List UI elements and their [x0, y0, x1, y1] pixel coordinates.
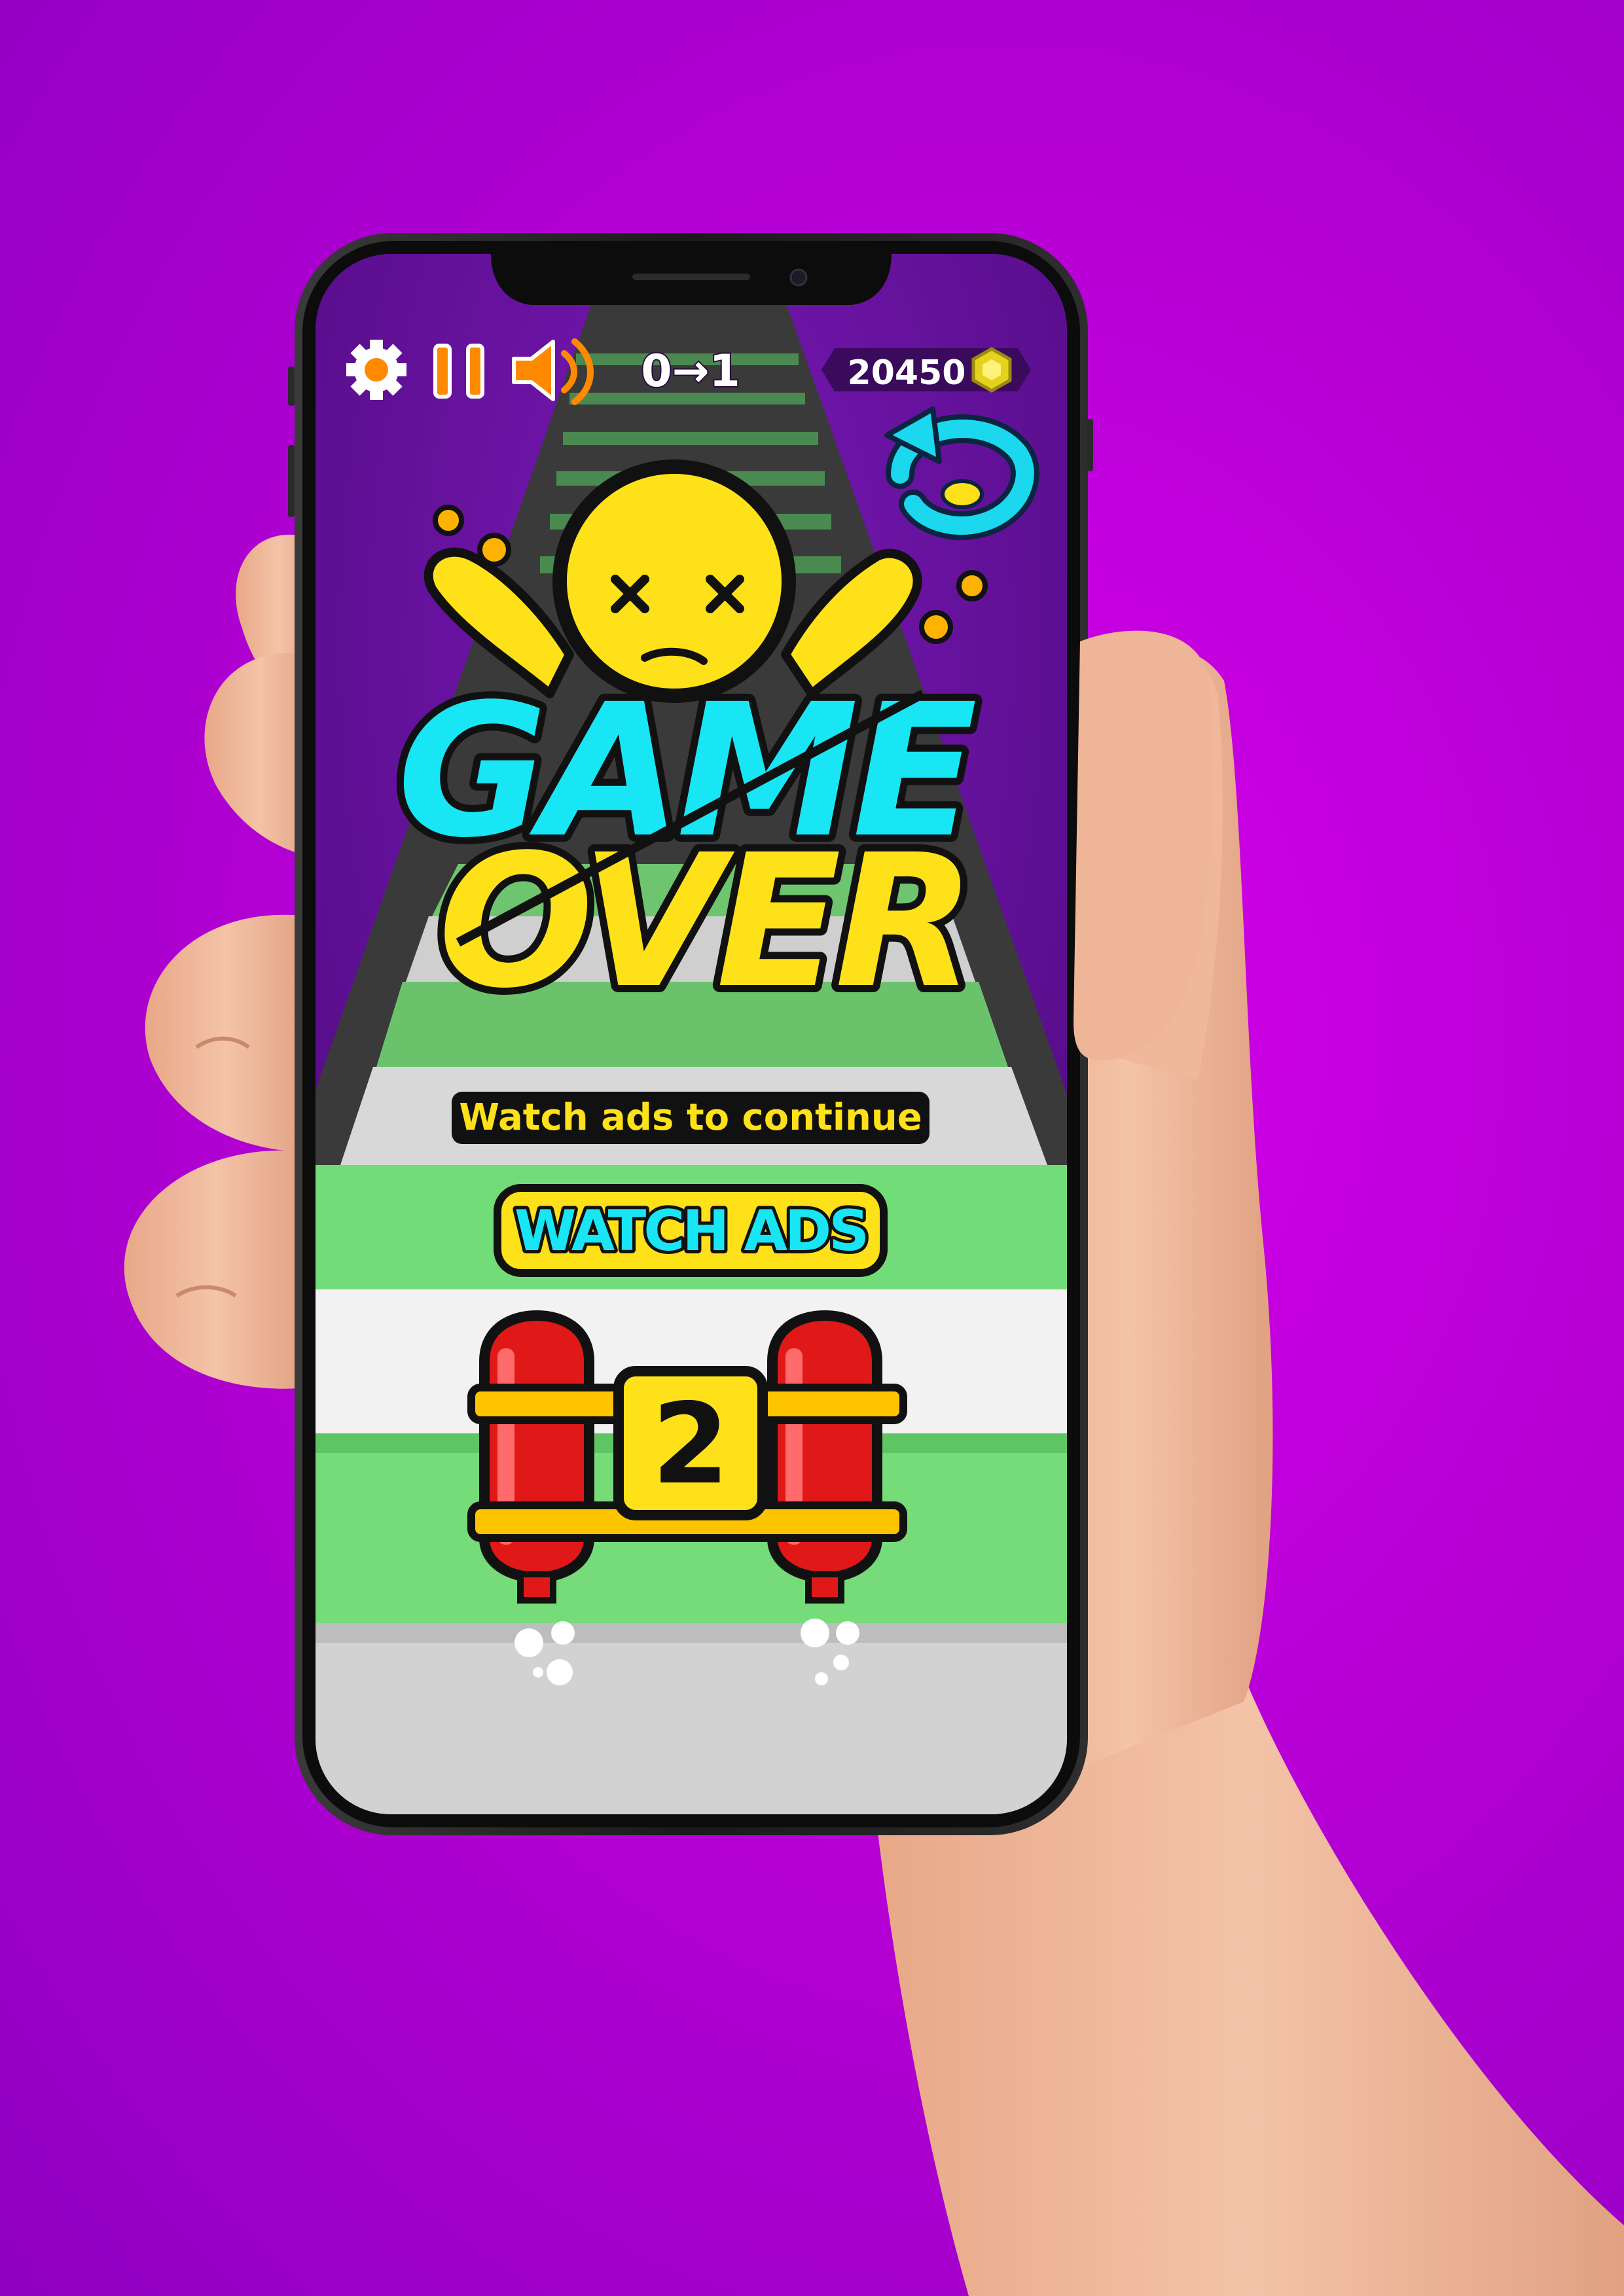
continue-prompt: Watch ads to continue [452, 1092, 929, 1144]
watch-ads-label[interactable]: WATCH ADS [511, 1195, 873, 1267]
coin-icon [971, 347, 1012, 393]
coin-count: 20450 [848, 353, 966, 393]
game-over-line2: OVER [438, 816, 969, 1029]
scene: 0→1 20450 GAME OVER Watch ads to continu… [124, 233, 1624, 2296]
phone-notch [491, 254, 892, 305]
watch-ads-button[interactable]: WATCH ADS [494, 1184, 888, 1277]
level-progress: 0→1 [641, 346, 740, 397]
continue-prompt-text: Watch ads to continue [459, 1096, 922, 1139]
coin-counter: 20450 [821, 347, 1031, 393]
countdown-number: 2 [652, 1380, 729, 1509]
gear-icon[interactable] [346, 340, 406, 400]
game-over-title: GAME OVER [390, 658, 989, 1036]
game-screen: 0→1 20450 GAME OVER Watch ads to continu… [316, 254, 1067, 1814]
